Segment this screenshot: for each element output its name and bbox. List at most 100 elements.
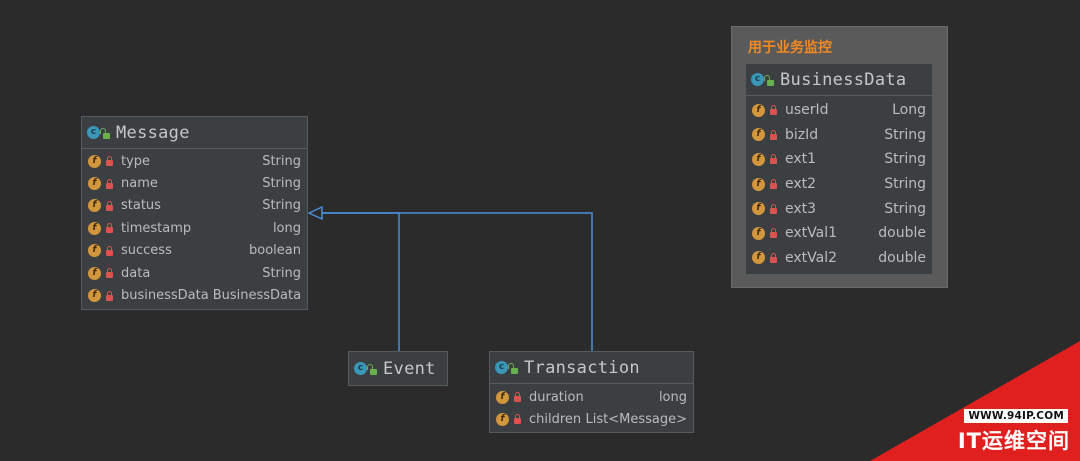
watermark-url: WWW.94IP.COM [964,409,1068,423]
field-name: type [121,153,151,169]
lock-icon [106,245,113,256]
class-business-data[interactable]: c BusinessData f userId Long f bizId String f e… [745,63,933,275]
class-icon: c [751,73,764,86]
field-row[interactable]: f extVal1 double [746,221,932,246]
field-row[interactable]: f success boolean [82,240,307,262]
field-type: String [884,151,926,168]
field-type: String [262,265,301,281]
field-type: BusinessData [212,288,302,304]
lock-icon [770,154,777,165]
field-type: String [262,153,301,169]
field-row[interactable]: f userId Long [746,98,932,123]
field-type: long [658,389,687,405]
field-name: bizId [785,126,819,143]
field-type: Long [892,102,926,119]
class-message[interactable]: c Message f type String f name String f status S… [81,116,308,310]
lock-icon [106,200,113,211]
inheritance-arrowhead [307,205,323,221]
field-row[interactable]: f extVal2 double [746,246,932,271]
field-name: extVal1 [785,225,838,242]
field-name: ext1 [785,151,817,168]
field-icon: f [752,226,765,240]
field-name: name [121,176,158,192]
class-icon: c [87,126,100,139]
field-row[interactable]: f type String [82,150,307,172]
lock-icon [514,392,521,402]
field-type: String [884,176,926,193]
field-icon: f [752,202,765,216]
transaction-inherits-line [322,212,593,351]
field-icon: f [752,152,765,166]
lock-icon [770,203,777,214]
field-row[interactable]: f timestamp long [82,217,307,239]
field-name: extVal2 [785,249,838,266]
event-inherits-line [322,212,400,351]
field-row[interactable]: f name String [82,172,307,194]
field-icon: f [752,128,765,142]
lock-icon [770,129,777,140]
field-row[interactable]: f businessData BusinessData [82,284,307,306]
field-icon: f [88,177,101,191]
field-row[interactable]: f status String [82,195,307,217]
lock-icon [106,156,113,167]
lock-icon [106,178,113,189]
field-icon: f [496,412,509,426]
field-icon: f [752,251,765,265]
class-header: c Message [82,117,307,149]
field-icon: f [496,390,509,404]
class-icon: c [495,361,508,374]
lock-icon [770,252,777,263]
field-row[interactable]: f bizId String [746,123,932,148]
field-row[interactable]: f children List<Message> [490,408,693,430]
class-header: c BusinessData [746,64,932,96]
field-name: timestamp [121,220,192,236]
field-type: String [884,126,926,143]
field-name: userId [785,102,829,119]
class-name: Transaction [524,357,640,378]
field-name: ext2 [785,176,817,193]
field-type: boolean [249,243,301,259]
class-event[interactable]: c Event [348,351,448,386]
field-row[interactable]: f ext2 String [746,172,932,197]
field-row[interactable]: f data String [82,262,307,284]
unlocked-icon [367,363,377,375]
class-name: Message [116,122,190,143]
field-icon: f [88,244,101,258]
field-type: List<Message> [585,411,688,427]
lock-icon [770,228,777,239]
field-icon: f [752,103,765,117]
class-name: Event [383,358,436,379]
field-row[interactable]: f ext1 String [746,147,932,172]
unlocked-icon [508,362,518,374]
field-type: String [262,176,301,192]
field-icon: f [752,177,765,191]
field-type: String [262,198,301,214]
lock-icon [106,290,113,301]
field-icon: f [88,199,101,213]
field-row[interactable]: f duration long [490,386,693,408]
field-type: double [878,225,926,242]
lock-icon [106,268,113,279]
field-icon: f [88,221,101,235]
field-name: data [121,265,151,281]
class-header: c Event [349,352,447,385]
field-type: long [272,220,301,236]
class-icon: c [354,362,367,375]
field-row[interactable]: f ext3 String [746,196,932,221]
class-header: c Transaction [490,352,693,384]
field-type: double [878,249,926,266]
field-name: businessData [121,288,209,304]
lock-icon [770,179,777,190]
field-icon: f [88,266,101,280]
class-transaction[interactable]: c Transaction f duration long f children List… [489,351,694,433]
lock-icon [514,414,521,424]
unlocked-icon [764,74,774,86]
field-icon: f [88,289,101,303]
field-name: ext3 [785,200,817,217]
field-type: String [884,200,926,217]
field-icon: f [88,154,101,168]
field-name: children [529,411,582,427]
field-list: f type String f name String f status String f time… [82,149,307,307]
group-title: 用于业务监控 [748,40,832,56]
watermark-text: IT运维空间 [957,429,1070,453]
